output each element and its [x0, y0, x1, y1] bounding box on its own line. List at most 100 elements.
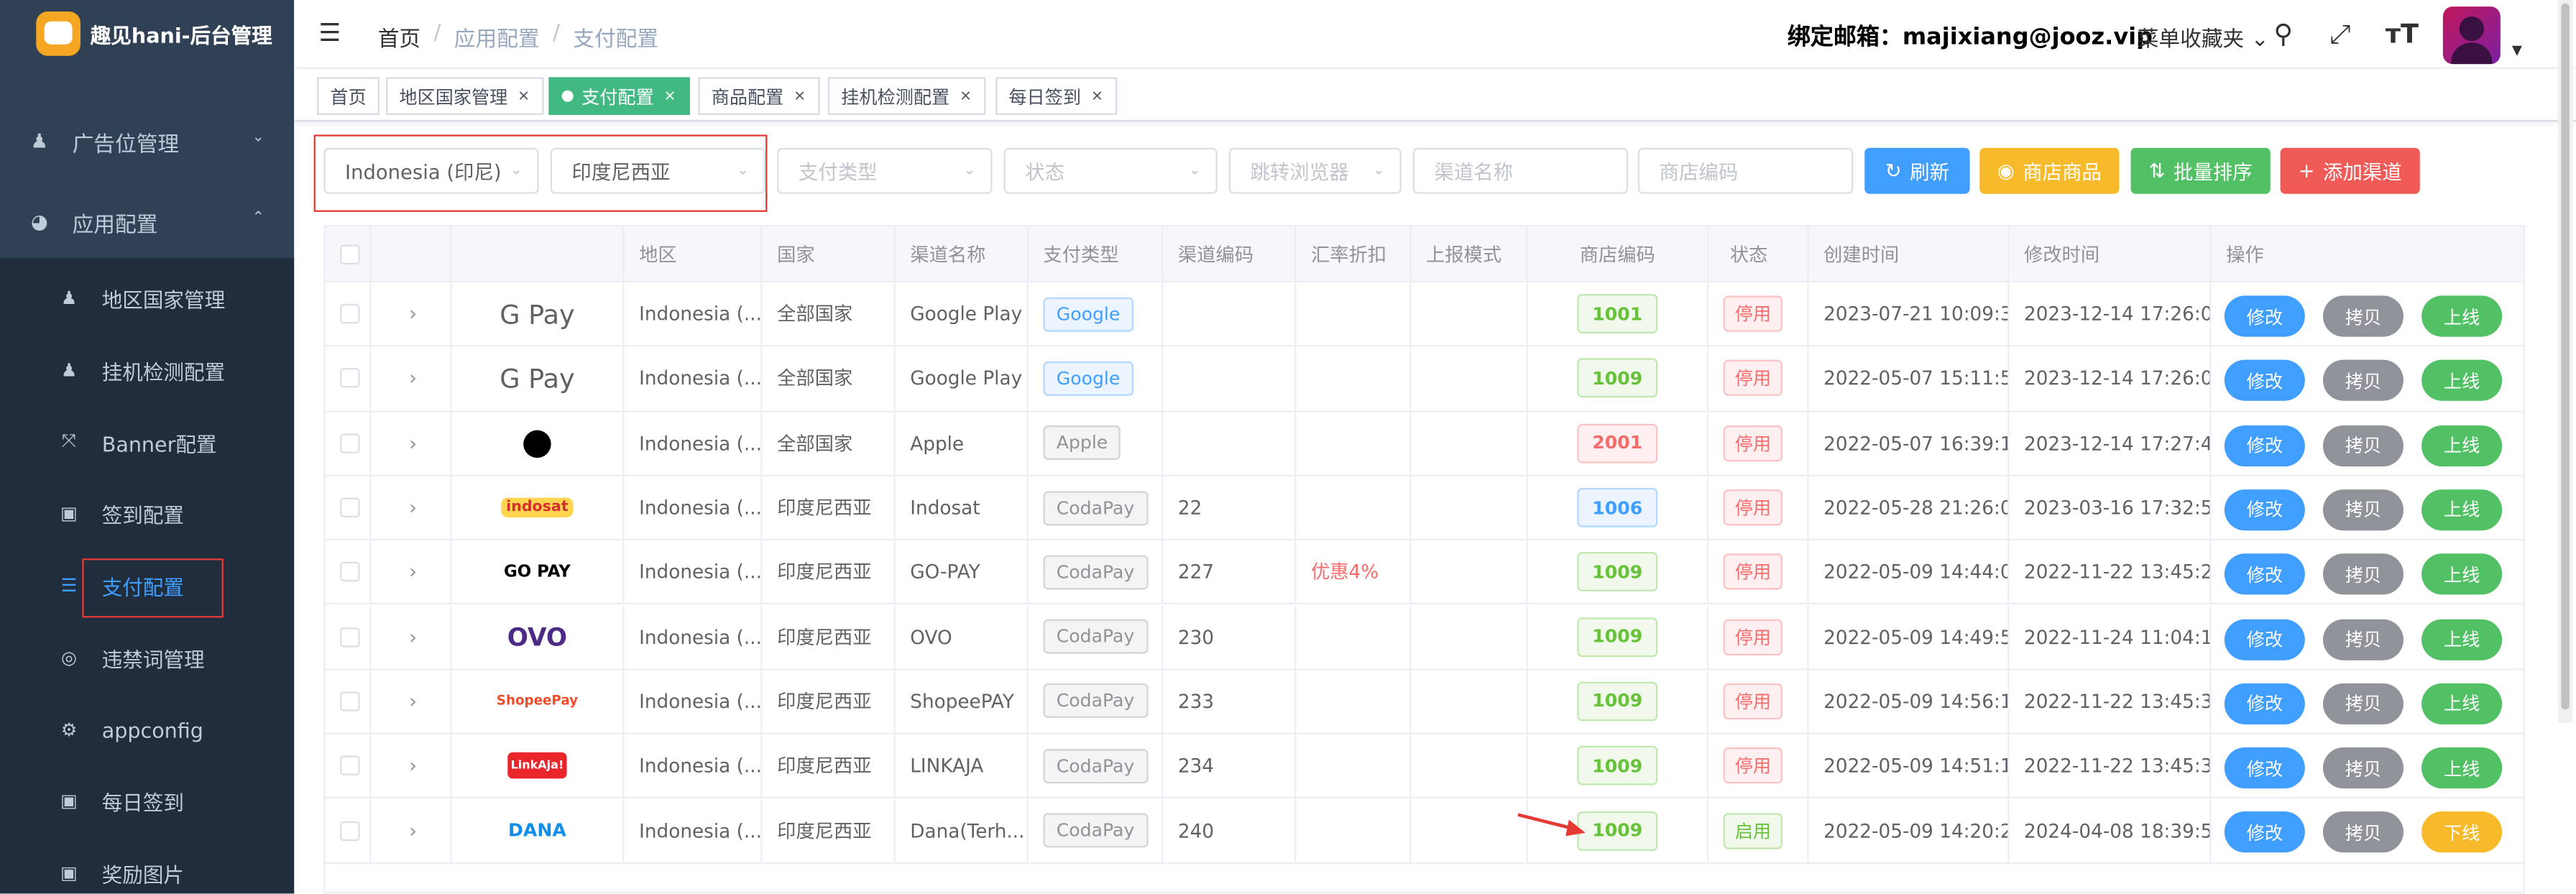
copy-button[interactable]: 拷贝	[2322, 295, 2404, 337]
copy-button[interactable]: 拷贝	[2322, 683, 2404, 724]
expand-row-icon[interactable]: ›	[409, 496, 417, 519]
row-checkbox[interactable]	[340, 368, 360, 389]
browser-select[interactable]: 跳转浏览器 ⌄	[1228, 147, 1402, 194]
page-scrollbar[interactable]	[2557, 0, 2573, 723]
toggle-online-button[interactable]: 上线	[2421, 360, 2503, 402]
toggle-online-button[interactable]: 上线	[2421, 618, 2503, 660]
sidebar-item-app-config[interactable]: ◕ 应用配置 ⌃	[0, 185, 294, 258]
row-checkbox[interactable]	[340, 820, 360, 841]
edit-button[interactable]: 修改	[2224, 295, 2305, 337]
close-icon[interactable]: ×	[794, 88, 806, 104]
row-checkbox[interactable]	[340, 562, 360, 582]
expand-row-icon[interactable]: ›	[409, 303, 417, 326]
avatar[interactable]	[2442, 6, 2501, 65]
tag-goods[interactable]: 商品配置 ×	[698, 77, 819, 115]
add-channel-button[interactable]: + 添加渠道	[2280, 147, 2420, 194]
cell-country: 全部国家	[777, 431, 853, 455]
row-checkbox[interactable]	[340, 304, 360, 324]
expand-row-icon[interactable]: ›	[409, 432, 417, 455]
cell-region: Indonesia (...	[639, 561, 762, 584]
edit-button[interactable]: 修改	[2224, 683, 2305, 724]
expand-row-icon[interactable]: ›	[409, 819, 417, 842]
breadcrumb-home[interactable]: 首页	[378, 22, 420, 52]
channel-name-input[interactable]: 渠道名称	[1412, 147, 1629, 194]
caret-down-icon[interactable]: ▼	[2512, 42, 2522, 57]
cell-modified: 2023-12-14 17:26:07	[2023, 302, 2212, 326]
copy-button[interactable]: 拷贝	[2322, 747, 2404, 789]
edit-button[interactable]: 修改	[2224, 812, 2305, 854]
cell-created: 2022-05-28 21:26:02	[1823, 496, 2010, 520]
expand-row-icon[interactable]: ›	[409, 367, 417, 390]
store-code-tag: 2001	[1577, 423, 1658, 463]
row-checkbox[interactable]	[340, 627, 360, 647]
col-created: 创建时间	[1809, 226, 2010, 281]
toggle-online-button[interactable]: 上线	[2421, 553, 2503, 595]
toggle-online-button[interactable]: 上线	[2421, 425, 2503, 466]
sidebar-item-idle-check[interactable]: ♟ 挂机检测配置	[0, 337, 294, 402]
search-icon[interactable]: ⚲	[2273, 18, 2293, 49]
close-icon[interactable]: ×	[518, 88, 530, 104]
edit-button[interactable]: 修改	[2224, 425, 2305, 466]
edit-button[interactable]: 修改	[2224, 747, 2305, 789]
toggle-online-button[interactable]: 上线	[2421, 747, 2503, 789]
status-badge: 停用	[1723, 489, 1782, 526]
copy-button[interactable]: 拷贝	[2322, 489, 2404, 531]
copy-button[interactable]: 拷贝	[2322, 812, 2404, 854]
sidebar-item-banned-words[interactable]: ◎ 违禁词管理	[0, 625, 294, 690]
expand-row-icon[interactable]: ›	[409, 625, 417, 648]
row-checkbox[interactable]	[340, 691, 360, 711]
select-all-checkbox[interactable]	[340, 244, 360, 264]
font-size-icon[interactable]: ᴛT	[2386, 18, 2419, 49]
row-checkbox[interactable]	[340, 497, 360, 518]
close-icon[interactable]: ×	[1091, 88, 1103, 104]
toggle-online-button[interactable]: 上线	[2421, 683, 2503, 724]
sidebar-item-appconfig[interactable]: ⚙ appconfig	[0, 696, 294, 762]
expand-row-icon[interactable]: ›	[409, 755, 417, 778]
sidebar-item-signin-config[interactable]: ▣ 签到配置	[0, 479, 294, 545]
toggle-online-button[interactable]: 下线	[2421, 812, 2503, 854]
copy-button[interactable]: 拷贝	[2322, 618, 2404, 660]
tag-idle-check[interactable]: 挂机检测配置 ×	[827, 77, 985, 115]
close-icon[interactable]: ×	[960, 88, 972, 104]
hamburger-icon[interactable]: ☰	[318, 21, 341, 45]
region-select[interactable]: Indonesia (印尼) ⌄	[323, 147, 539, 194]
tag-payment[interactable]: 支付配置 ×	[548, 77, 689, 115]
edit-button[interactable]: 修改	[2224, 553, 2305, 595]
sidebar-item-reward-images[interactable]: ▣ 奖励图片	[0, 839, 294, 893]
cell-country: 印度尼西亚	[777, 754, 872, 778]
store-goods-button[interactable]: ◉ 商店商品	[1979, 147, 2120, 194]
close-icon[interactable]: ×	[663, 88, 676, 104]
favorites-menu[interactable]: 菜单收藏夹 ⌄	[2138, 22, 2269, 52]
expand-row-icon[interactable]: ›	[409, 561, 417, 584]
refresh-button[interactable]: ↻ 刷新	[1864, 147, 1970, 194]
status-select[interactable]: 状态 ⌄	[1003, 147, 1218, 194]
fullscreen-icon[interactable]: ⤢	[2329, 18, 2350, 51]
sidebar-item-banner[interactable]: ⤧ Banner配置	[0, 409, 294, 474]
toggle-online-button[interactable]: 上线	[2421, 295, 2503, 337]
sidebar-item-ads[interactable]: ♟ 广告位管理 ⌄	[0, 105, 294, 178]
edit-button[interactable]: 修改	[2224, 360, 2305, 402]
edit-button[interactable]: 修改	[2224, 489, 2305, 531]
row-checkbox[interactable]	[340, 433, 360, 453]
chevron-down-icon: ⌄	[1188, 162, 1201, 180]
pay-type-select[interactable]: 支付类型 ⌄	[777, 147, 993, 194]
batch-sort-button[interactable]: ⇅ 批量排序	[2130, 147, 2271, 194]
row-checkbox[interactable]	[340, 755, 360, 776]
chevron-down-icon: ⌄	[252, 129, 264, 147]
copy-button[interactable]: 拷贝	[2322, 360, 2404, 402]
sidebar-item-region[interactable]: ♟ 地区国家管理	[0, 264, 294, 330]
expand-row-icon[interactable]: ›	[409, 690, 417, 713]
tag-daily-signin[interactable]: 每日签到 ×	[995, 77, 1117, 115]
copy-button[interactable]: 拷贝	[2322, 425, 2404, 466]
sidebar-item-daily-signin[interactable]: ▣ 每日签到	[0, 767, 294, 832]
toggle-online-button[interactable]: 上线	[2421, 489, 2503, 531]
store-code-input[interactable]: 商店编码	[1637, 147, 1854, 194]
tag-home[interactable]: 首页	[317, 77, 380, 115]
col-report-mode: 上报模式	[1411, 226, 1528, 281]
app-logo[interactable]: 趣见hani-后台管理	[0, 0, 294, 65]
tag-region[interactable]: 地区国家管理 ×	[386, 77, 543, 115]
copy-button[interactable]: 拷贝	[2322, 553, 2404, 595]
edit-button[interactable]: 修改	[2224, 618, 2305, 660]
cell-created: 2022-05-07 16:39:11	[1823, 431, 2010, 455]
country-select[interactable]: 印度尼西亚 ⌄	[550, 147, 766, 194]
